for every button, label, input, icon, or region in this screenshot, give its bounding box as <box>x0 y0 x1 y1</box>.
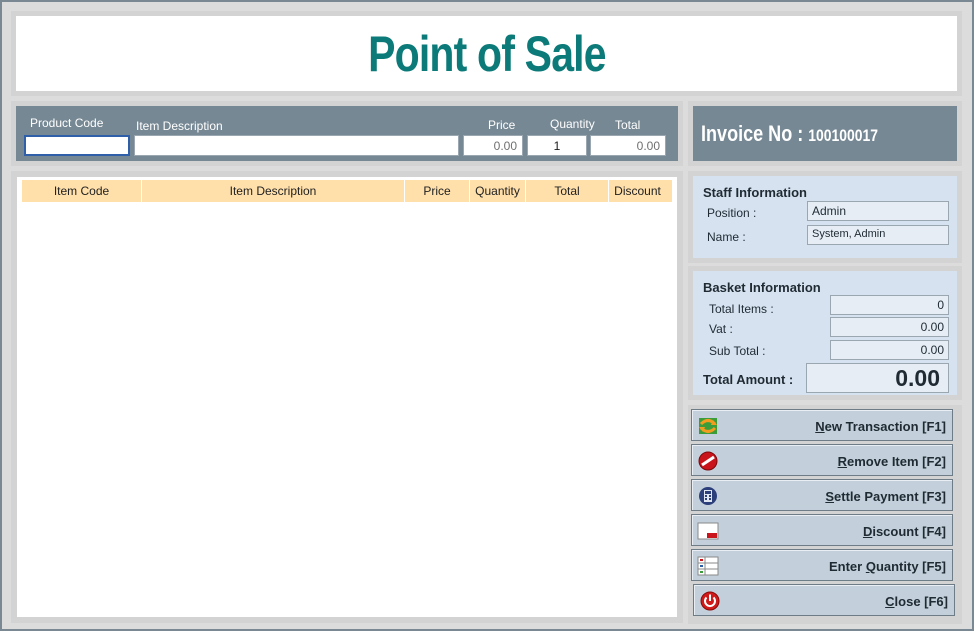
total-items-label: Total Items : <box>709 302 774 316</box>
product-code-input[interactable] <box>24 135 130 156</box>
column-header-price[interactable]: Price <box>405 180 470 202</box>
total-amount-label: Total Amount : <box>703 372 794 387</box>
invoice-bar: Invoice No : 100100017 <box>693 106 957 161</box>
vat-label: Vat : <box>709 322 733 336</box>
discount-mnemonic: D <box>862 524 873 539</box>
quantity-label: Quantity <box>550 117 595 131</box>
close-mnemonic: C <box>885 594 895 609</box>
enter-quantity-mnemonic: Q <box>865 559 876 574</box>
grid-header-row: Item Code Item Description Price Quantit… <box>22 180 672 202</box>
product-entry-panel: Product Code Item Description Price Quan… <box>11 101 683 166</box>
staff-information-box: Staff Information Position : Admin Name … <box>693 176 957 258</box>
invoice-number: 100100017 <box>808 125 879 145</box>
column-header-quantity[interactable]: Quantity <box>470 180 526 202</box>
total-input[interactable]: 0.00 <box>590 135 666 156</box>
total-items-value: 0 <box>830 295 949 315</box>
app-title: Point of Sale <box>367 25 606 82</box>
settle-payment-mnemonic: S <box>825 489 835 504</box>
discount-text: iscount [F4] <box>872 524 946 539</box>
action-buttons-panel: New Transaction [F1] Remove Item [F2] Se… <box>688 405 962 624</box>
new-transaction-label: New Transaction [F1] <box>815 419 946 434</box>
enter-quantity-button[interactable]: Enter Quantity [F5] <box>691 549 953 581</box>
product-code-label: Product Code <box>30 116 104 130</box>
new-transaction-text: ew Transaction [F1] <box>824 419 946 434</box>
enter-quantity-text: uantity [F5] <box>875 559 946 574</box>
basket-information-title: Basket Information <box>703 280 821 295</box>
remove-item-text: emove Item [F2] <box>847 454 946 469</box>
enter-quantity-label: Enter Quantity [F5] <box>829 559 946 574</box>
title-panel: Point of Sale <box>11 11 962 96</box>
total-amount-value: 0.00 <box>806 363 949 393</box>
column-header-discount[interactable]: Discount <box>609 180 666 202</box>
sub-total-value: 0.00 <box>830 340 949 360</box>
position-label: Position : <box>707 206 757 220</box>
new-transaction-button[interactable]: New Transaction [F1] <box>691 409 953 441</box>
name-label: Name : <box>707 230 746 244</box>
staff-information-title: Staff Information <box>703 185 807 200</box>
price-input[interactable]: 0.00 <box>463 135 523 156</box>
name-value: System, Admin <box>807 225 949 245</box>
close-text: lose [F6] <box>894 594 948 609</box>
product-entry-bar: Product Code Item Description Price Quan… <box>16 106 678 161</box>
quantity-icon <box>697 556 719 576</box>
close-label: Close [F6] <box>885 594 948 609</box>
invoice-label: Invoice No : <box>701 120 804 146</box>
title-banner: Point of Sale <box>16 16 957 91</box>
basket-information-panel: Basket Information Total Items : 0 Vat :… <box>688 266 962 400</box>
vat-value: 0.00 <box>830 317 949 337</box>
price-label: Price <box>488 118 516 132</box>
item-description-input[interactable] <box>134 135 459 156</box>
total-label: Total <box>615 118 641 132</box>
power-icon <box>699 591 721 611</box>
items-grid-panel: Item Code Item Description Price Quantit… <box>11 171 683 623</box>
basket-information-box: Basket Information Total Items : 0 Vat :… <box>693 271 957 395</box>
new-transaction-mnemonic: N <box>815 419 825 434</box>
position-value: Admin <box>807 201 949 221</box>
no-entry-icon <box>697 451 719 471</box>
remove-item-mnemonic: R <box>837 454 848 469</box>
items-grid[interactable]: Item Code Item Description Price Quantit… <box>17 177 677 617</box>
settle-payment-label: Settle Payment [F3] <box>825 489 946 504</box>
settle-payment-text: ettle Payment [F3] <box>834 489 946 504</box>
item-description-label: Item Description <box>136 119 223 133</box>
column-header-item-code[interactable]: Item Code <box>22 180 142 202</box>
discount-tag-icon <box>697 521 719 541</box>
staff-information-panel: Staff Information Position : Admin Name … <box>688 171 962 263</box>
settle-payment-button[interactable]: Settle Payment [F3] <box>691 479 953 511</box>
close-button[interactable]: Close [F6] <box>693 584 955 616</box>
column-header-item-description[interactable]: Item Description <box>142 180 405 202</box>
pos-window: Point of Sale Product Code Item Descript… <box>0 0 974 631</box>
invoice-panel: Invoice No : 100100017 <box>688 101 962 166</box>
calculator-icon <box>697 486 719 506</box>
refresh-icon <box>697 416 719 436</box>
discount-button[interactable]: Discount [F4] <box>691 514 953 546</box>
quantity-input[interactable]: 1 <box>527 135 587 156</box>
enter-quantity-prefix: Enter <box>828 559 866 574</box>
column-header-total[interactable]: Total <box>526 180 609 202</box>
sub-total-label: Sub Total : <box>709 344 766 358</box>
remove-item-button[interactable]: Remove Item [F2] <box>691 444 953 476</box>
remove-item-label: Remove Item [F2] <box>838 454 946 469</box>
discount-label: Discount [F4] <box>863 524 946 539</box>
